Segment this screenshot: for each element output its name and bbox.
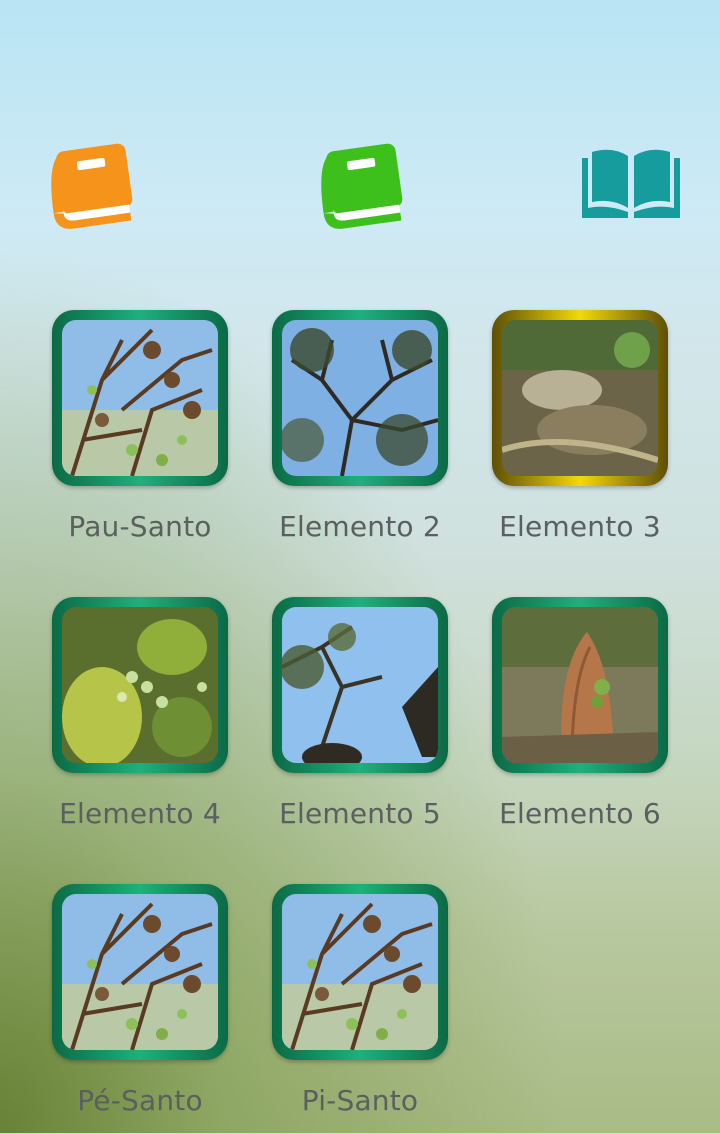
photo-branches-with-seed-pods xyxy=(62,320,218,476)
tile-frame xyxy=(492,597,668,773)
grid-item-pau-santo[interactable]: Pau-Santo xyxy=(20,310,240,560)
grid-item-label: Elemento 4 xyxy=(59,797,221,830)
photo-branch-against-sky xyxy=(282,607,438,763)
branches-photo xyxy=(62,320,218,476)
grid-item-elemento-2[interactable]: Elemento 2 xyxy=(240,310,460,560)
grid-item-label: Elemento 2 xyxy=(279,510,441,543)
grid-item-elemento-5[interactable]: Elemento 5 xyxy=(240,597,460,847)
grid-item-pi-santo[interactable]: Pi-Santo xyxy=(240,884,460,1134)
closed-book-icon xyxy=(51,143,133,229)
photo-tree-canopy-against-sky xyxy=(282,320,438,476)
branch-sky-photo xyxy=(282,607,438,763)
tile-frame xyxy=(52,310,228,486)
closed-book-icon xyxy=(321,143,403,229)
grid-item-label: Pau-Santo xyxy=(68,510,212,543)
green-book-button[interactable] xyxy=(304,130,414,240)
grid-item-label: Pi-Santo xyxy=(301,1084,419,1117)
grid-item-label: Pé-Santo xyxy=(77,1084,203,1117)
canopy-photo xyxy=(282,320,438,476)
tile-frame xyxy=(492,310,668,486)
photo-termite-mound xyxy=(502,607,658,763)
tile-frame xyxy=(272,884,448,1060)
grid-item-elemento-6[interactable]: Elemento 6 xyxy=(460,597,680,847)
photo-forest-floor-stream xyxy=(502,320,658,476)
photo-green-leaves-and-buds xyxy=(62,607,218,763)
branches-photo xyxy=(282,894,438,1050)
tile-frame xyxy=(52,884,228,1060)
grid-item-pe-santo[interactable]: Pé-Santo xyxy=(20,884,240,1134)
grid-item-elemento-3[interactable]: Elemento 3 xyxy=(460,310,680,560)
grid-item-label: Elemento 6 xyxy=(499,797,661,830)
termite-mound-photo xyxy=(502,607,658,763)
photo-branches-with-seed-pods xyxy=(62,894,218,1050)
tile-frame xyxy=(272,597,448,773)
open-book-button[interactable] xyxy=(576,130,686,240)
open-book-icon xyxy=(582,149,680,218)
forest-floor-photo xyxy=(502,320,658,476)
photo-branches-with-seed-pods xyxy=(282,894,438,1050)
grid-item-label: Elemento 3 xyxy=(499,510,661,543)
orange-book-button[interactable] xyxy=(34,130,144,240)
toolbar xyxy=(0,130,720,240)
branches-photo xyxy=(62,894,218,1050)
grid-item-label: Elemento 5 xyxy=(279,797,441,830)
leaves-photo xyxy=(62,607,218,763)
tile-frame xyxy=(52,597,228,773)
tile-frame xyxy=(272,310,448,486)
grid-item-elemento-4[interactable]: Elemento 4 xyxy=(20,597,240,847)
